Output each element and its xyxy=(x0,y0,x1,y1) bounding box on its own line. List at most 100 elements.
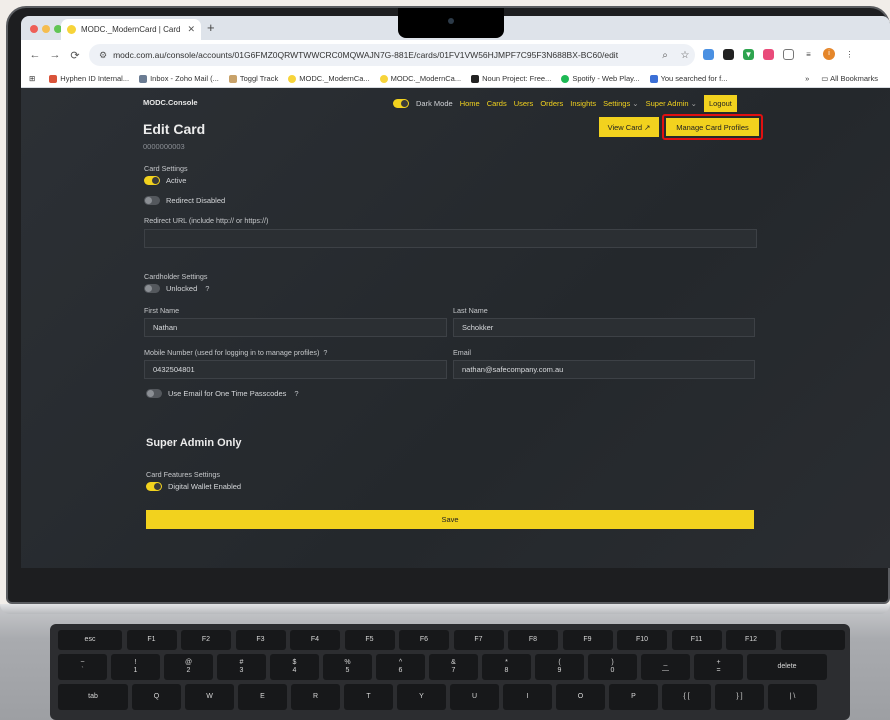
extension-icon[interactable] xyxy=(723,48,734,60)
unlocked-toggle-row: Unlocked ? xyxy=(144,284,209,293)
bookmark-favicon-icon xyxy=(49,74,58,83)
chevron-down-icon: ⌄ xyxy=(690,99,697,108)
nav-home[interactable]: Home xyxy=(460,99,480,108)
redirect-url-input[interactable] xyxy=(144,229,757,248)
minimize-window-icon[interactable] xyxy=(42,25,50,33)
keyboard-key: % 5 xyxy=(323,654,372,680)
bookmark-favicon-icon xyxy=(228,74,237,83)
bookmark-star-icon[interactable]: ☆ xyxy=(675,50,695,61)
keyboard-key: } ] xyxy=(715,684,764,710)
active-toggle[interactable] xyxy=(144,176,160,185)
redirect-url-label: Redirect URL (include http:// or https:/… xyxy=(144,216,269,225)
new-tab-button[interactable]: + xyxy=(207,20,215,35)
help-icon[interactable]: ? xyxy=(294,389,298,398)
keyboard-key: P xyxy=(609,684,658,710)
brand-logo[interactable]: MODC.Console xyxy=(143,98,198,107)
reading-list-icon[interactable]: ≡ xyxy=(803,48,814,60)
keyboard-key: esc xyxy=(58,630,122,650)
nav-users[interactable]: Users xyxy=(514,99,534,108)
app-page: MODC.Console Dark Mode Home Cards Users … xyxy=(21,88,890,568)
extension-icon[interactable]: ▼ xyxy=(743,48,754,60)
forward-button[interactable]: → xyxy=(45,49,65,61)
bookmarks-bar: ⊞ Hyphen ID Internal... Inbox - Zoho Mai… xyxy=(21,70,890,88)
bookmark-item[interactable]: Hyphen ID Internal... xyxy=(49,74,129,83)
laptop-hinge xyxy=(0,604,890,614)
favicon-icon xyxy=(67,25,76,34)
more-bookmarks-button[interactable]: » xyxy=(805,74,809,83)
keyboard-key: F10 xyxy=(617,630,667,650)
help-icon[interactable]: ? xyxy=(205,284,209,293)
puzzle-icon[interactable] xyxy=(783,48,794,60)
keyboard-key: & 7 xyxy=(429,654,478,680)
extension-icon[interactable] xyxy=(763,48,774,60)
chevron-down-icon: ⌄ xyxy=(632,99,639,108)
manage-card-profiles-button[interactable]: Manage Card Profiles xyxy=(666,118,759,136)
first-name-label: First Name xyxy=(144,306,180,315)
keyboard-key: delete xyxy=(747,654,827,680)
close-tab-icon[interactable]: ✕ xyxy=(187,24,195,35)
dark-mode-toggle[interactable] xyxy=(393,99,409,108)
camera-icon xyxy=(448,18,454,24)
keyboard-key: R xyxy=(291,684,340,710)
keyboard-key: F11 xyxy=(671,630,722,650)
mobile-input[interactable]: 0432504801 xyxy=(144,360,447,379)
keyboard-key: F2 xyxy=(181,630,231,650)
url-text: modc.com.au/console/accounts/01G6FMZ0QRW… xyxy=(113,50,619,60)
close-window-icon[interactable] xyxy=(30,25,38,33)
digital-wallet-toggle[interactable] xyxy=(146,482,162,491)
email-input[interactable]: nathan@safecompany.com.au xyxy=(453,360,755,379)
bookmark-item[interactable]: You searched for f... xyxy=(649,74,727,83)
keyboard-key: F1 xyxy=(126,630,177,650)
logout-button[interactable]: Logout xyxy=(703,95,737,112)
last-name-input[interactable]: Schokker xyxy=(453,318,755,337)
bookmark-item[interactable]: Toggl Track xyxy=(228,74,278,83)
keyboard-key: F5 xyxy=(344,630,395,650)
keyboard-key: O xyxy=(556,684,605,710)
bookmark-item[interactable]: Noun Project: Free... xyxy=(471,74,551,83)
keyboard-key: { [ xyxy=(662,684,711,710)
keyboard-key: F3 xyxy=(235,630,286,650)
all-bookmarks-button[interactable]: ▭ All Bookmarks xyxy=(821,74,878,83)
site-info-icon[interactable]: ⚙ xyxy=(99,50,107,61)
nav-super-admin[interactable]: Super Admin ⌄ xyxy=(646,99,697,108)
reload-button[interactable]: ⟳ xyxy=(65,49,85,62)
bookmark-item[interactable]: MODC._ModernCa... xyxy=(288,74,370,83)
save-button[interactable]: Save xyxy=(146,510,754,529)
unlocked-toggle[interactable] xyxy=(144,284,160,293)
keyboard-key: $4 xyxy=(270,654,319,680)
help-icon[interactable]: ? xyxy=(323,348,327,357)
nav-insights[interactable]: Insights xyxy=(570,99,596,108)
tab-title: MODC._ModernCard | Card I xyxy=(81,25,183,34)
keyboard-key: (9 xyxy=(535,654,584,680)
apps-grid-icon[interactable]: ⊞ xyxy=(29,74,35,83)
nav-cards[interactable]: Cards xyxy=(487,99,507,108)
nav-orders[interactable]: Orders xyxy=(540,99,563,108)
email-otp-toggle[interactable] xyxy=(146,389,162,398)
folder-icon: ▭ xyxy=(821,74,829,83)
view-card-button[interactable]: View Card ↗ xyxy=(599,117,659,137)
address-bar[interactable]: ⚙ modc.com.au/console/accounts/01G6FMZ0Q… xyxy=(89,44,695,66)
card-id: 0000000003 xyxy=(143,142,185,151)
keyboard-key xyxy=(780,630,845,650)
first-name-input[interactable]: Nathan xyxy=(144,318,447,337)
keyboard-key: | \ xyxy=(768,684,817,710)
browser-tab[interactable]: MODC._ModernCard | Card I ✕ xyxy=(61,19,201,40)
keyboard-key: F7 xyxy=(453,630,504,650)
redirect-toggle[interactable] xyxy=(144,196,160,205)
keyboard-key: #3 xyxy=(217,654,266,680)
bookmark-item[interactable]: Inbox - Zoho Mail (... xyxy=(139,74,219,83)
keyboard-key: F9 xyxy=(562,630,613,650)
menu-dots-icon[interactable]: ⋮ xyxy=(844,48,855,60)
bookmark-item[interactable]: Spotify - Web Play... xyxy=(561,74,640,83)
extension-icon[interactable] xyxy=(703,48,714,60)
nav-settings[interactable]: Settings ⌄ xyxy=(603,99,639,108)
keyboard-key: E xyxy=(238,684,287,710)
last-name-label: Last Name xyxy=(453,306,488,315)
keyboard-key: T xyxy=(344,684,393,710)
search-icon[interactable]: ⌕ xyxy=(655,50,675,61)
active-label: Active xyxy=(166,176,187,185)
back-button[interactable]: ← xyxy=(25,49,45,61)
profile-avatar[interactable]: i xyxy=(823,48,835,60)
email-label: Email xyxy=(453,348,471,357)
bookmark-item[interactable]: MODC._ModernCa... xyxy=(379,74,461,83)
